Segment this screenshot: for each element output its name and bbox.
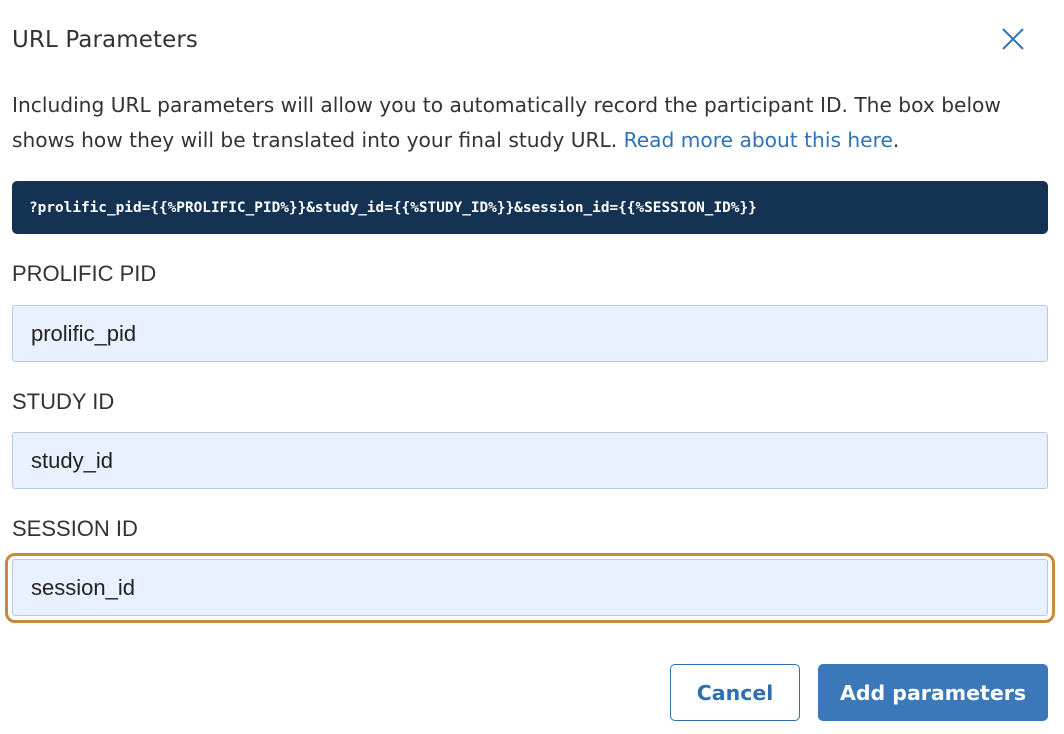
read-more-link[interactable]: Read more about this here [624,128,893,152]
study-id-input[interactable] [12,432,1048,489]
dialog-description: Including URL parameters will allow you … [12,88,1052,158]
description-end: . [892,128,900,152]
session-id-label: SESSION ID [12,516,138,541]
session-id-field [5,553,1055,623]
url-preview-box: ?prolific_pid={{%PROLIFIC_PID%}}&study_i… [12,181,1048,234]
add-parameters-button[interactable]: Add parameters [818,664,1048,721]
url-parameters-dialog: URL Parameters Including URL parameters … [0,0,1064,734]
study-id-label: STUDY ID [12,389,115,414]
close-button[interactable] [994,20,1032,58]
prolific-pid-label: PROLIFIC PID [12,261,157,286]
close-icon [1002,28,1024,50]
session-id-input[interactable] [12,559,1048,616]
dialog-title: URL Parameters [12,27,198,53]
cancel-button[interactable]: Cancel [670,664,800,721]
prolific-pid-input[interactable] [12,305,1048,362]
prolific-pid-field [12,305,1048,362]
study-id-field [12,432,1048,489]
